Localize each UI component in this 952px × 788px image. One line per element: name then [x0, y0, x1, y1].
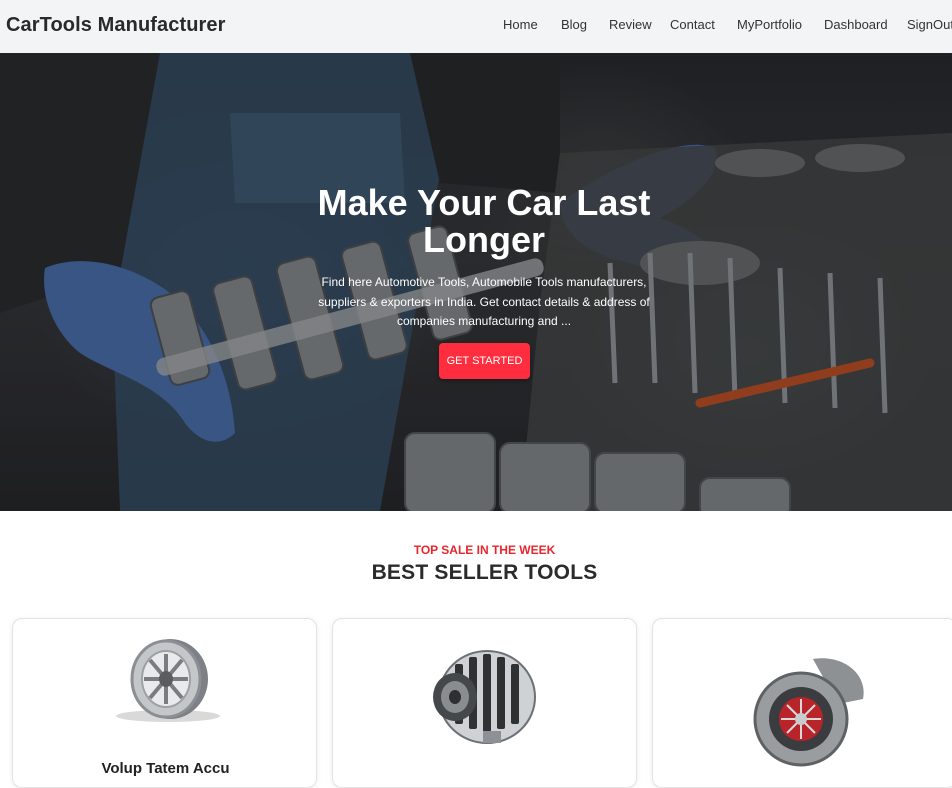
section-subtitle: TOP SALE IN THE WEEK — [413, 543, 556, 557]
product-card[interactable] — [652, 618, 952, 788]
hero-title: Make Your Car Last Longer — [317, 182, 651, 260]
product-title: Volup Tatem Accu — [101, 760, 230, 777]
nav-blog-link[interactable]: Blog — [561, 17, 587, 32]
nav-myportfolio-link[interactable]: MyPortfolio — [737, 17, 802, 32]
navbar: CarTools Manufacturer Home Blog Review C… — [0, 0, 952, 53]
turbocharger-image — [753, 658, 864, 767]
alternator-image — [433, 650, 536, 744]
section-title: BEST SELLER TOOLS — [371, 561, 598, 584]
hero-description: Find here Automotive Tools, Automobile T… — [318, 275, 650, 328]
nav-home-link[interactable]: Home — [503, 17, 538, 32]
nav-contact-link[interactable]: Contact — [670, 17, 715, 32]
nav-dashboard-link[interactable]: Dashboard — [824, 17, 888, 32]
hero-banner: Make Your Car Last Longer Find here Auto… — [0, 53, 952, 511]
product-card[interactable]: Volup Tatem Accu — [12, 618, 317, 788]
nav-links: Home Blog Review Contact MyPortfolio Das… — [0, 17, 952, 37]
wheel-rim-image — [116, 639, 220, 722]
get-started-button[interactable]: GET STARTED — [439, 343, 530, 379]
product-card[interactable] — [332, 618, 637, 788]
nav-signout-link[interactable]: SignOut — [907, 17, 952, 32]
nav-review-link[interactable]: Review — [609, 17, 652, 32]
